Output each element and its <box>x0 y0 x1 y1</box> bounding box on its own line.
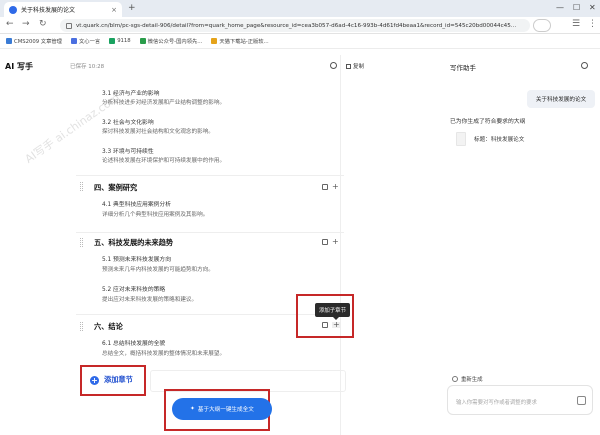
send-icon[interactable] <box>577 396 586 405</box>
assistant-input[interactable]: 输入你需要对写作或者调整的要求 <box>447 385 593 415</box>
back-icon[interactable]: ← <box>6 19 14 29</box>
bookmark-favicon-icon <box>211 38 218 44</box>
saved-status: 已保存 10:28 <box>70 64 105 70</box>
section-title[interactable]: 四、案例研究 <box>94 183 137 193</box>
copy-icon <box>346 63 351 69</box>
bookmark-label: 微信公众号-国内领先... <box>147 39 203 45</box>
bookmark-item[interactable]: CMS2009 文章管理 <box>6 37 62 45</box>
bookmark-item[interactable]: 9118 <box>109 38 131 44</box>
url-field[interactable]: vt.quark.cn/blm/pc-sgs-detail-906/detail… <box>60 19 530 32</box>
add-circle-icon: + <box>90 375 99 385</box>
delete-icon[interactable] <box>322 322 328 328</box>
outline-item-title[interactable]: 3.2 社会与文化影响 <box>102 117 154 126</box>
add-chapter-label: 添加章节 <box>104 375 133 384</box>
copy-label: 复制 <box>353 64 365 70</box>
drag-handle-icon[interactable] <box>80 238 83 247</box>
browser-tab[interactable]: 关于科技发展的论文 × <box>4 2 122 17</box>
user-message-bubble: 关于科技发展的论文 <box>527 90 595 108</box>
outline-item-desc[interactable]: 详细分析几个典型科技应用案例及其影响。 <box>102 210 208 218</box>
menu-more-icon[interactable]: ⋮ <box>588 19 597 29</box>
outline-item-title[interactable]: 3.3 环境与可持续性 <box>102 146 154 155</box>
section-controls: + <box>322 321 341 329</box>
address-bar-row: ← → ↻ vt.quark.cn/blm/pc-sgs-detail-906/… <box>0 17 600 34</box>
bookmarks-bar: CMS2009 文章管理 文心一言 9118 微信公众号-国内领先... 天猫下载站-正… <box>0 34 600 49</box>
section-controls: + <box>322 238 339 246</box>
generate-full-text-button[interactable]: ✦ 基于大纲一键生成全文 <box>172 398 272 420</box>
maximize-icon[interactable]: ☐ <box>573 3 580 12</box>
bookmark-favicon-icon <box>70 38 77 44</box>
add-chapter-button[interactable]: + 添加章节 <box>82 366 144 394</box>
drag-handle-icon[interactable] <box>80 182 83 191</box>
outline-item-desc[interactable]: 总结全文，概括科技发展的整体情况和未来展望。 <box>102 349 225 357</box>
bookmark-favicon-icon <box>139 38 146 44</box>
minimize-icon[interactable]: — <box>556 3 564 12</box>
forward-icon[interactable]: → <box>22 19 30 29</box>
history-icon[interactable] <box>581 62 588 69</box>
regenerate-label: 重新生成 <box>461 377 483 383</box>
delete-icon[interactable] <box>322 239 328 245</box>
tab-close-icon[interactable]: × <box>111 6 117 14</box>
bookmark-label: 天猫下载站-正版软... <box>219 39 269 45</box>
outline-item-desc[interactable]: 探讨科技发展对社会结构和文化观念的影响。 <box>102 127 214 135</box>
bookmark-item[interactable]: 微信公众号-国内领先... <box>139 37 203 45</box>
outline-item-desc[interactable]: 预测未来几年内科技发展的可能趋势和方向。 <box>102 265 214 273</box>
section-title[interactable]: 六、结论 <box>94 322 123 332</box>
refresh-icon <box>452 376 458 382</box>
document-icon <box>456 132 466 146</box>
close-window-icon[interactable]: ✕ <box>589 3 596 12</box>
lock-icon <box>66 22 72 29</box>
reload-icon[interactable]: ↻ <box>39 19 47 29</box>
add-subsection-tooltip: 添加子章节 <box>315 303 350 320</box>
outline-item-desc[interactable]: 提出应对未来科技发展的策略和建议。 <box>102 295 197 303</box>
outline-item-desc[interactable]: 分析科技进步对经济发展和产业结构调整的影响。 <box>102 98 225 106</box>
drag-handle-icon[interactable] <box>80 322 83 331</box>
bookmark-item[interactable]: 天猫下载站-正版软... <box>211 37 269 45</box>
app-logo: AI 写手 <box>5 62 33 71</box>
document-title: 标题：科技发展论文 <box>474 137 525 143</box>
help-icon[interactable] <box>330 62 337 69</box>
bookmark-favicon-icon <box>109 38 116 44</box>
extensions-icon[interactable]: ☰ <box>572 19 580 29</box>
bookmark-favicon-icon <box>6 38 12 44</box>
add-icon[interactable]: + <box>332 183 339 191</box>
section-controls: + <box>322 183 339 191</box>
sparkle-icon: ✦ <box>190 406 195 412</box>
bookmark-label: CMS2009 文章管理 <box>14 39 62 45</box>
url-text: vt.quark.cn/blm/pc-sgs-detail-906/detail… <box>76 22 517 29</box>
outline-document-card[interactable]: 标题：科技发展论文 <box>456 132 524 146</box>
copy-button[interactable]: 复制 <box>346 62 364 70</box>
delete-icon[interactable] <box>322 184 328 190</box>
tab-title: 关于科技发展的论文 <box>21 7 76 14</box>
assistant-title: 写作助手 <box>450 64 476 72</box>
assistant-reply: 已为你生成了符合要求的大纲 <box>450 119 526 125</box>
bookmark-label: 9118 <box>117 38 131 44</box>
outline-item-title[interactable]: 3.1 经济与产业的影响 <box>102 88 159 97</box>
regenerate-button[interactable]: 重新生成 <box>452 375 483 383</box>
outline-item-title[interactable]: 6.1 总结科技发展的全貌 <box>102 338 165 347</box>
browser-tab-bar: 关于科技发展的论文 × + — ☐ ✕ <box>0 0 600 17</box>
outline-item-desc[interactable]: 论述科技发展在环境保护和可持续发展中的作用。 <box>102 156 225 164</box>
tab-favicon-icon <box>9 5 17 14</box>
bookmark-item[interactable]: 文心一言 <box>70 37 101 45</box>
profile-avatar[interactable] <box>533 19 551 32</box>
generate-label: 基于大纲一键生成全文 <box>197 407 254 413</box>
outline-item-title[interactable]: 5.1 预测未来科技发展方向 <box>102 254 171 263</box>
section-title[interactable]: 五、科技发展的未来趋势 <box>94 238 173 248</box>
add-icon[interactable]: + <box>332 238 339 246</box>
new-tab-button[interactable]: + <box>128 3 136 13</box>
add-subsection-icon[interactable]: + <box>332 321 341 329</box>
outline-item-title[interactable]: 4.1 典型科技应用案例分析 <box>102 199 171 208</box>
outline-item-title[interactable]: 5.2 应对未来科技的策略 <box>102 284 165 293</box>
app-header: AI 写手 已保存 10:28 复制 写作助手 <box>0 49 600 83</box>
bookmark-label: 文心一言 <box>78 39 101 45</box>
input-placeholder: 输入你需要对写作或者调整的要求 <box>456 400 537 406</box>
